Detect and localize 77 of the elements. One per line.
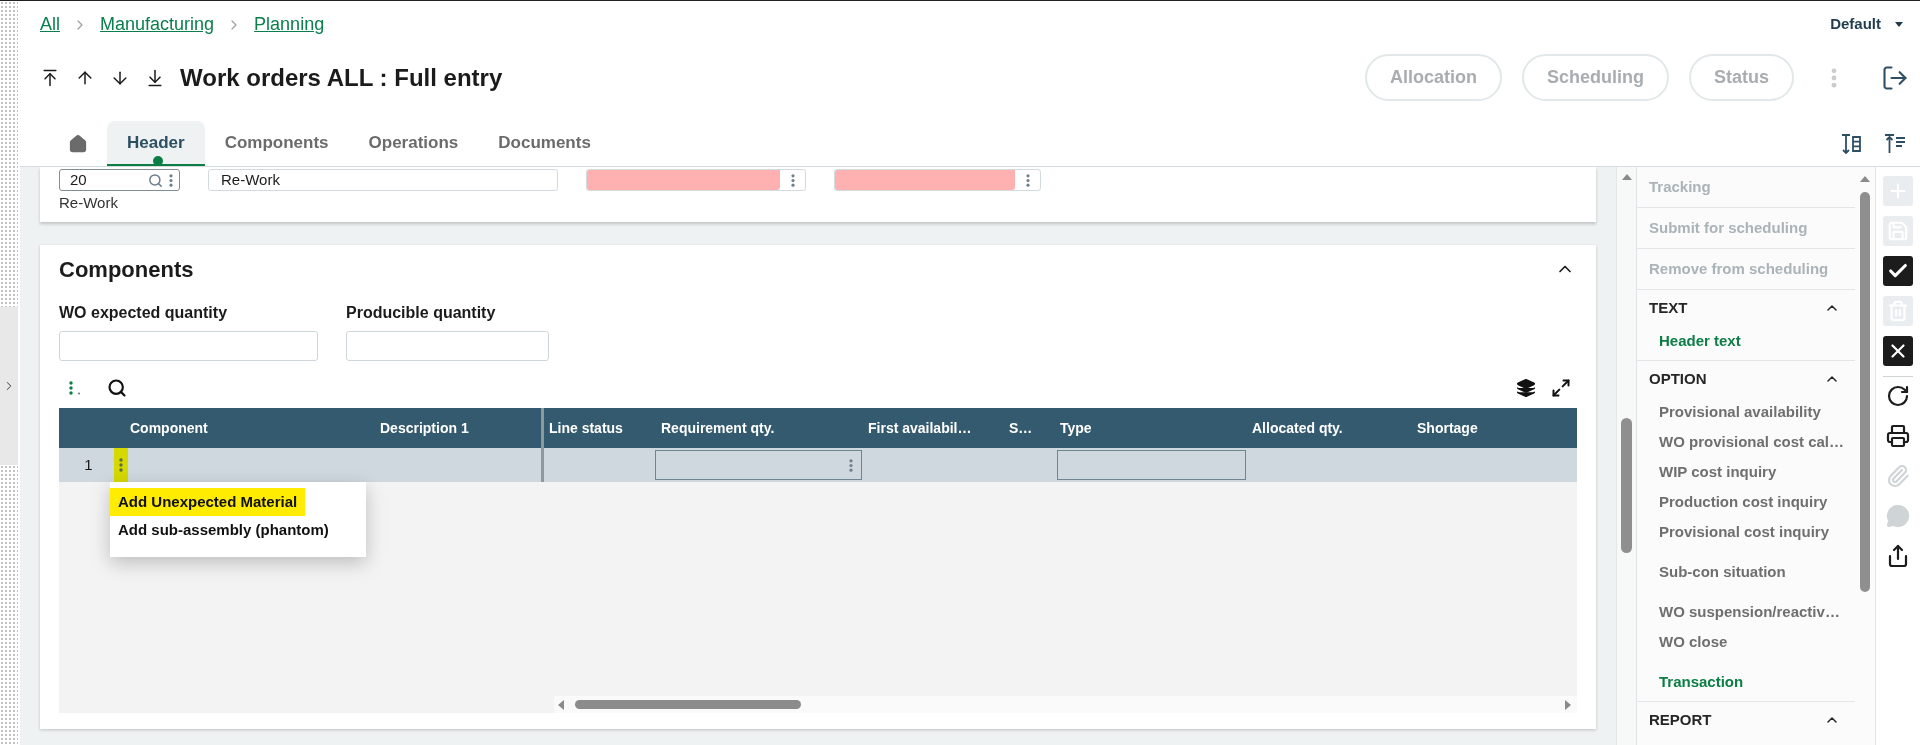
field-caption: Re-Work — [59, 194, 119, 212]
input-field[interactable] — [346, 331, 549, 361]
panel-link[interactable]: WO suspension/reactiv… — [1637, 597, 1855, 627]
column-header[interactable]: Line status — [544, 417, 623, 439]
panel-link[interactable]: Sub-con situation — [1637, 557, 1855, 587]
column-header[interactable]: S… — [1004, 417, 1033, 439]
panel-link[interactable]: Provisional availability — [1637, 397, 1855, 427]
tab[interactable]: Header — [107, 121, 205, 166]
row-number: 1 — [83, 454, 93, 475]
text-field[interactable]: Re-Work — [208, 169, 558, 191]
column-header[interactable]: Type — [1055, 417, 1092, 439]
scrollbar-thumb[interactable] — [1621, 418, 1632, 553]
breadcrumb-link[interactable]: Planning — [254, 11, 325, 38]
column-header[interactable]: Requirement qty. — [653, 417, 775, 439]
arrow-down-lines-icon[interactable] — [1839, 132, 1863, 156]
menu-item[interactable]: Add Unexpected Material — [110, 488, 306, 516]
column-header[interactable]: Description 1 — [372, 417, 469, 439]
menu-item[interactable]: Add sub-assembly (phantom) — [110, 516, 337, 544]
section-header: OPTION — [1649, 368, 1707, 389]
column-header[interactable]: Allocated qty. — [1248, 417, 1343, 439]
field-label: WO expected quantity — [59, 303, 229, 323]
home-icon[interactable] — [68, 134, 88, 154]
kebab-menu-icon[interactable] — [849, 458, 853, 472]
table-input-field[interactable] — [1057, 450, 1246, 480]
scrollbar-thumb[interactable] — [575, 700, 801, 709]
view-selector[interactable]: Default — [1830, 13, 1903, 36]
panel-link[interactable]: Header text — [1637, 326, 1855, 356]
scrollbar-thumb[interactable] — [1860, 192, 1870, 592]
section-title: Components — [59, 255, 194, 284]
kebab-menu-icon[interactable] — [1025, 173, 1030, 187]
checkmark-icon[interactable] — [1883, 256, 1913, 286]
refresh-icon[interactable] — [1886, 384, 1910, 408]
scroll-up-arrow-icon[interactable] — [1860, 176, 1870, 182]
section-header: REPORT — [1649, 709, 1712, 730]
panel-link[interactable]: WIP cost inquiry — [1637, 457, 1855, 487]
scroll-up-arrow-icon[interactable] — [1621, 174, 1632, 180]
page-title: Work orders ALL : Full entry — [180, 62, 503, 93]
kebab-menu-icon[interactable] — [69, 381, 81, 395]
field-label: Producible quantity — [346, 303, 497, 323]
printer-icon[interactable] — [1886, 424, 1910, 448]
panel-link[interactable]: Transaction — [1637, 667, 1855, 697]
panel-link[interactable]: Production cost inquiry — [1637, 487, 1855, 517]
lookup-field[interactable]: 20 — [59, 169, 180, 191]
table-row[interactable]: 1 — [59, 448, 1577, 482]
breadcrumb-link[interactable]: All — [40, 11, 60, 38]
close-icon[interactable] — [1883, 336, 1913, 366]
column-header[interactable]: First availabil… — [864, 417, 972, 439]
panel-link[interactable]: Provisional cost inquiry — [1637, 517, 1855, 547]
arrow-up-to-line-icon[interactable] — [40, 67, 60, 88]
search-icon[interactable] — [107, 378, 127, 398]
column-header[interactable]: Component — [114, 417, 208, 439]
input-field[interactable] — [59, 331, 318, 361]
required-field[interactable] — [834, 169, 1041, 191]
required-field[interactable] — [586, 169, 806, 191]
column-header[interactable]: Shortage — [1412, 417, 1478, 439]
expand-panel-handle[interactable] — [0, 307, 18, 465]
scroll-right-arrow-icon[interactable] — [1565, 699, 1571, 710]
scroll-left-arrow-icon[interactable] — [558, 699, 564, 710]
tab[interactable]: Documents — [478, 121, 611, 166]
tab[interactable]: Components — [204, 121, 349, 166]
expand-icon[interactable] — [1551, 378, 1571, 398]
kebab-menu-icon[interactable] — [790, 173, 795, 187]
logout-icon[interactable] — [1881, 63, 1909, 92]
layers-icon[interactable] — [1516, 378, 1536, 398]
caret-down-icon — [1895, 22, 1903, 27]
kebab-icon[interactable] — [114, 448, 128, 482]
arrow-down-to-line-icon[interactable] — [145, 67, 165, 88]
tab[interactable]: Operations — [348, 121, 479, 166]
table-input-field[interactable] — [655, 450, 862, 480]
breadcrumb-link[interactable]: Manufacturing — [100, 11, 215, 38]
section-header: TEXT — [1649, 297, 1688, 318]
arrow-up-lines-icon[interactable] — [1883, 132, 1907, 156]
kebab-menu-icon[interactable] — [169, 173, 173, 187]
panel-link[interactable]: WO close — [1637, 627, 1855, 657]
panel-link[interactable]: WO provisional cost cal… — [1637, 427, 1855, 457]
share-icon[interactable] — [1886, 544, 1910, 568]
horizontal-scrollbar[interactable] — [554, 696, 1577, 713]
